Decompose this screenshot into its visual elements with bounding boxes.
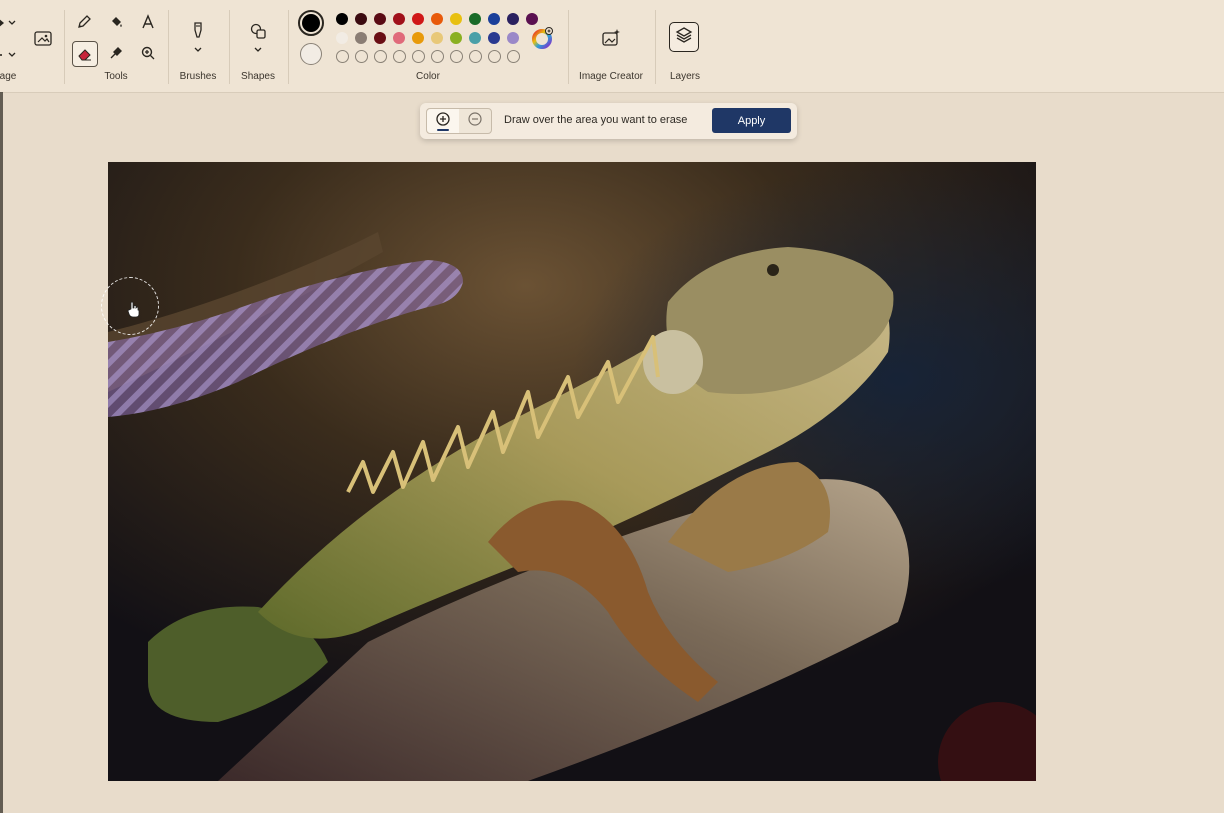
custom-color-slot[interactable] [507, 50, 520, 63]
custom-color-slot[interactable] [393, 50, 406, 63]
shapes-group-label: Shapes [241, 71, 275, 82]
separator [655, 10, 656, 84]
custom-color-slot[interactable] [412, 50, 425, 63]
color-picker-icon[interactable] [105, 42, 127, 64]
color-swatch[interactable] [469, 13, 481, 25]
erase-instruction: Draw over the area you want to erase [504, 114, 688, 126]
color-swatch[interactable] [450, 32, 462, 44]
brush-icon[interactable] [187, 20, 209, 42]
color-swatch[interactable] [507, 32, 519, 44]
ribbon: age Tools Brushes Shapes Color Image Cre… [0, 0, 1224, 93]
layers-button[interactable] [669, 22, 699, 52]
color-swatch[interactable] [507, 13, 519, 25]
canvas-image[interactable] [108, 162, 1036, 781]
color-swatch[interactable] [355, 13, 367, 25]
fill-icon[interactable] [105, 11, 127, 33]
color-swatch[interactable] [374, 32, 386, 44]
color-swatch[interactable] [412, 13, 424, 25]
color-swatch[interactable] [431, 13, 443, 25]
color-swatch[interactable] [431, 32, 443, 44]
shapes-chevron-down-icon[interactable] [247, 42, 269, 58]
image-group-label: age [0, 71, 17, 82]
color-swatch[interactable] [488, 32, 500, 44]
brushes-group-label: Brushes [179, 71, 217, 82]
separator [568, 10, 569, 84]
custom-color-slot[interactable] [336, 50, 349, 63]
separator [229, 10, 230, 84]
color-swatch[interactable] [469, 32, 481, 44]
color-swatch[interactable] [336, 32, 348, 44]
image-creator-icon[interactable] [600, 27, 622, 49]
erase-mode-toggle [426, 108, 492, 134]
brushes-chevron-down-icon[interactable] [187, 42, 209, 58]
color-swatch[interactable] [393, 32, 405, 44]
window-edge [0, 92, 3, 813]
separator [64, 10, 65, 84]
add-area-button[interactable] [427, 109, 459, 133]
eraser-icon[interactable] [72, 41, 98, 67]
custom-color-slot[interactable] [431, 50, 444, 63]
apply-button[interactable]: Apply [712, 108, 791, 133]
rotate-icon[interactable] [0, 44, 16, 66]
hand-cursor-icon [127, 301, 141, 324]
layers-icon [675, 26, 693, 49]
custom-color-slot[interactable] [374, 50, 387, 63]
remove-area-button[interactable] [459, 109, 491, 133]
select-icon[interactable] [0, 12, 16, 34]
pencil-icon[interactable] [73, 11, 95, 33]
layers-group-label: Layers [669, 71, 701, 82]
custom-color-slot[interactable] [355, 50, 368, 63]
color-swatch[interactable] [412, 32, 424, 44]
plus-circle-icon [435, 111, 451, 132]
custom-color-slot[interactable] [488, 50, 501, 63]
text-icon[interactable] [137, 11, 159, 33]
color-swatch[interactable] [336, 13, 348, 25]
custom-color-slot[interactable] [450, 50, 463, 63]
erase-toolbar: Draw over the area you want to erase App… [420, 103, 797, 139]
crop-image-icon[interactable] [32, 27, 54, 49]
custom-color-slot[interactable] [469, 50, 482, 63]
separator [288, 10, 289, 84]
separator [168, 10, 169, 84]
color-swatch[interactable] [450, 13, 462, 25]
color-swatch[interactable] [393, 13, 405, 25]
primary-color-swatch[interactable] [298, 10, 324, 36]
edit-colors-icon[interactable] [532, 27, 554, 49]
color-swatch[interactable] [526, 13, 538, 25]
shapes-icon[interactable] [247, 20, 269, 42]
tools-group-label: Tools [104, 71, 128, 82]
color-swatch[interactable] [488, 13, 500, 25]
magnifier-icon[interactable] [137, 42, 159, 64]
color-swatch[interactable] [374, 13, 386, 25]
minus-circle-icon [467, 111, 483, 132]
image-creator-label: Image Creator [579, 71, 643, 82]
color-swatch[interactable] [355, 32, 367, 44]
secondary-color-swatch[interactable] [300, 43, 322, 65]
color-group-label: Color [416, 71, 440, 82]
